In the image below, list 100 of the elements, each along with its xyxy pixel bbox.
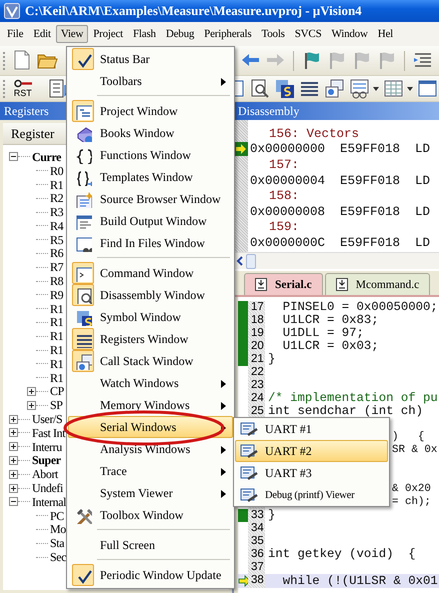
menu-option[interactable]: Analysis Windows xyxy=(68,438,233,460)
menu-item[interactable]: View xyxy=(56,25,88,43)
tree-item[interactable]: Fast Int xyxy=(32,426,66,440)
tree-item[interactable]: R1 xyxy=(50,178,64,192)
menu-option[interactable]: Source Browser Window xyxy=(68,188,233,210)
tree-item[interactable]: R1 xyxy=(50,343,64,358)
menu-option[interactable]: Memory Windows xyxy=(68,394,233,416)
menu-option[interactable]: UART #1 xyxy=(235,418,388,440)
expand-icon[interactable] xyxy=(9,414,18,424)
file-tab[interactable]: Serial.c xyxy=(244,273,323,295)
menu-option[interactable]: Toolbars xyxy=(68,70,233,92)
menu-option[interactable]: Call Stack Window xyxy=(68,350,233,372)
expand-icon[interactable] xyxy=(9,442,18,452)
file-tab[interactable]: Mcommand.c xyxy=(324,273,430,295)
tree-item[interactable]: R9 xyxy=(50,288,64,302)
menu-option[interactable]: Templates Window xyxy=(68,166,233,188)
reset-icon xyxy=(12,79,34,88)
tree-item[interactable]: R7 xyxy=(50,260,64,274)
watch-window-icon[interactable] xyxy=(348,77,371,100)
line-number: 34 xyxy=(248,522,265,536)
tree-item[interactable]: R1 xyxy=(50,315,64,330)
tree-item[interactable]: R4 xyxy=(50,218,64,233)
scroll-thumb[interactable] xyxy=(246,254,256,268)
menu-option[interactable]: Build Output Window xyxy=(68,210,233,232)
menu-option[interactable]: Project Window xyxy=(68,100,233,122)
tree-item[interactable]: R1 xyxy=(50,329,64,344)
menu-item[interactable]: File xyxy=(2,25,28,43)
menu-item[interactable]: Peripherals xyxy=(199,25,256,43)
expand-icon[interactable] xyxy=(9,456,18,465)
code-line: } xyxy=(268,508,276,522)
source-line: 156: Vectors xyxy=(268,126,360,141)
tree-item[interactable]: Sec xyxy=(50,550,66,564)
tree-item[interactable]: R6 xyxy=(50,246,64,260)
tools-icon xyxy=(74,506,92,524)
symbol-icon xyxy=(74,308,92,326)
tree-item[interactable]: Mo xyxy=(50,522,66,536)
line-number: 19 xyxy=(248,326,265,340)
menu-item[interactable]: Project xyxy=(88,25,128,43)
code-line: PINSEL0 = 0x00050000; xyxy=(282,300,438,314)
menu-option[interactable]: Command Window xyxy=(68,262,233,284)
menu-option[interactable]: Periodic Window Update xyxy=(68,564,233,586)
expand-icon[interactable] xyxy=(27,386,36,396)
menu-option[interactable]: UART #2 xyxy=(235,440,388,462)
tree-item[interactable]: Abort xyxy=(32,467,58,482)
tree-item[interactable]: Undefi xyxy=(32,481,63,496)
symbol-icon[interactable] xyxy=(273,77,296,100)
menu-option[interactable]: UART #3 xyxy=(235,462,388,484)
code-line: 0x00000004 E59FF018 LD xyxy=(249,174,430,188)
file-icon xyxy=(255,278,267,291)
menu-item[interactable]: Edit xyxy=(28,25,56,43)
tree-item[interactable]: R8 xyxy=(50,274,64,288)
expand-icon[interactable] xyxy=(27,400,36,410)
menu-option[interactable]: Debug (printf) Viewer xyxy=(235,484,388,506)
tree-item[interactable]: R1 xyxy=(50,356,64,371)
tree-item[interactable]: R2 xyxy=(50,191,64,206)
tree-item[interactable]: R1 xyxy=(50,370,64,385)
menu-item[interactable]: Window xyxy=(326,25,373,43)
tree-item[interactable]: PC xyxy=(50,508,64,523)
menu-item[interactable]: Hel xyxy=(372,25,398,43)
line-number: 23 xyxy=(248,378,265,392)
menu-option[interactable]: Registers Window xyxy=(68,328,233,350)
menu-option[interactable]: Symbol Window xyxy=(68,306,233,328)
expand-icon[interactable] xyxy=(9,428,18,438)
menu-option[interactable]: Status Bar xyxy=(68,48,233,70)
menu-option[interactable]: Watch Windows xyxy=(68,372,233,394)
menu-option[interactable]: Functions Window xyxy=(68,144,233,166)
serial-window-icon xyxy=(240,465,258,481)
collapse-icon[interactable] xyxy=(9,152,18,162)
menu-option[interactable]: Disassembly Window xyxy=(68,284,233,306)
menu-item[interactable]: Tools xyxy=(256,25,290,43)
menu-item[interactable]: Debug xyxy=(160,25,200,43)
scroll-bar[interactable] xyxy=(234,252,439,269)
tree-item[interactable]: R0 xyxy=(50,164,64,178)
collapse-icon[interactable] xyxy=(9,497,18,506)
menu-option[interactable]: System Viewer xyxy=(68,482,233,504)
expand-icon[interactable] xyxy=(9,470,18,479)
tree-item[interactable]: User/S xyxy=(32,412,62,426)
call-stack-icon[interactable] xyxy=(323,77,346,100)
menu-option[interactable]: Full Screen xyxy=(68,534,233,556)
menu-option[interactable]: Find In Files Window xyxy=(68,232,233,254)
menu-option[interactable]: Books Window xyxy=(68,122,233,144)
menu-option[interactable]: Toolbox Window xyxy=(68,504,233,526)
tree-item[interactable]: R1 xyxy=(50,302,64,316)
tree-item[interactable]: SP xyxy=(50,398,63,412)
tree-item[interactable]: Curre xyxy=(32,150,62,164)
line-number: 33 xyxy=(248,509,265,522)
line-number: 35 xyxy=(248,535,265,548)
tree-item[interactable]: Sta xyxy=(50,536,64,550)
tree-item[interactable]: R3 xyxy=(50,205,64,220)
expand-icon[interactable] xyxy=(9,484,18,493)
reset-button[interactable]: RST xyxy=(10,79,35,98)
tree-item[interactable]: CP xyxy=(50,384,64,398)
tree-item[interactable]: R5 xyxy=(50,232,64,247)
menu-option[interactable]: Trace xyxy=(68,460,233,482)
tree-item[interactable]: Internal xyxy=(32,494,66,509)
submenu-arrow-icon xyxy=(221,78,226,86)
tree-item[interactable]: Interru xyxy=(32,440,62,454)
menu-item[interactable]: Flash xyxy=(128,25,161,43)
tree-item[interactable]: Super xyxy=(32,453,61,468)
menu-item[interactable]: SVCS xyxy=(290,25,326,43)
